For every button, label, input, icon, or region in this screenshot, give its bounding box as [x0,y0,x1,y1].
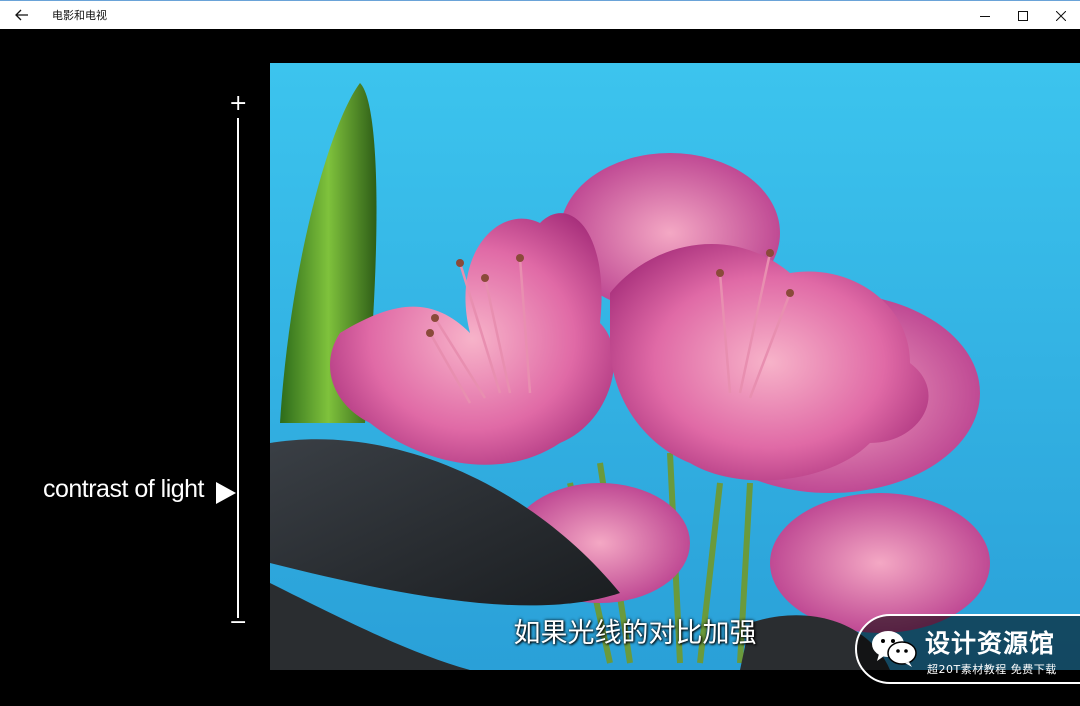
maximize-button[interactable] [1004,1,1042,29]
scale-plus-mark: + [229,91,248,116]
video-player[interactable]: + − contrast of light 如果光线的对比加强 设计资源馆 超2… [0,29,1080,706]
watermark-title: 设计资源馆 [925,629,1056,658]
back-arrow-icon [15,6,29,25]
triangle-right-icon [215,481,237,509]
title-bar: 电影和电视 [0,0,1080,29]
contrast-label: contrast of light [42,475,205,503]
minimize-icon [980,6,990,25]
close-button[interactable] [1042,1,1080,29]
watermark-subtitle: 超20T素材教程 免费下载 [927,663,1057,676]
video-frame[interactable]: 如果光线的对比加强 [270,63,1080,670]
window-title: 电影和电视 [52,9,107,22]
wechat-logo-icon [871,629,917,673]
scale-minus-mark: − [229,610,248,635]
maximize-icon [1018,6,1028,25]
minimize-button[interactable] [966,1,1004,29]
scale-line [237,118,239,618]
video-image [270,63,1080,670]
back-button[interactable] [0,1,44,29]
close-icon [1055,6,1067,25]
watermark-badge: 设计资源馆 超20T素材教程 免费下载 [855,614,1080,684]
window-controls [966,1,1080,29]
